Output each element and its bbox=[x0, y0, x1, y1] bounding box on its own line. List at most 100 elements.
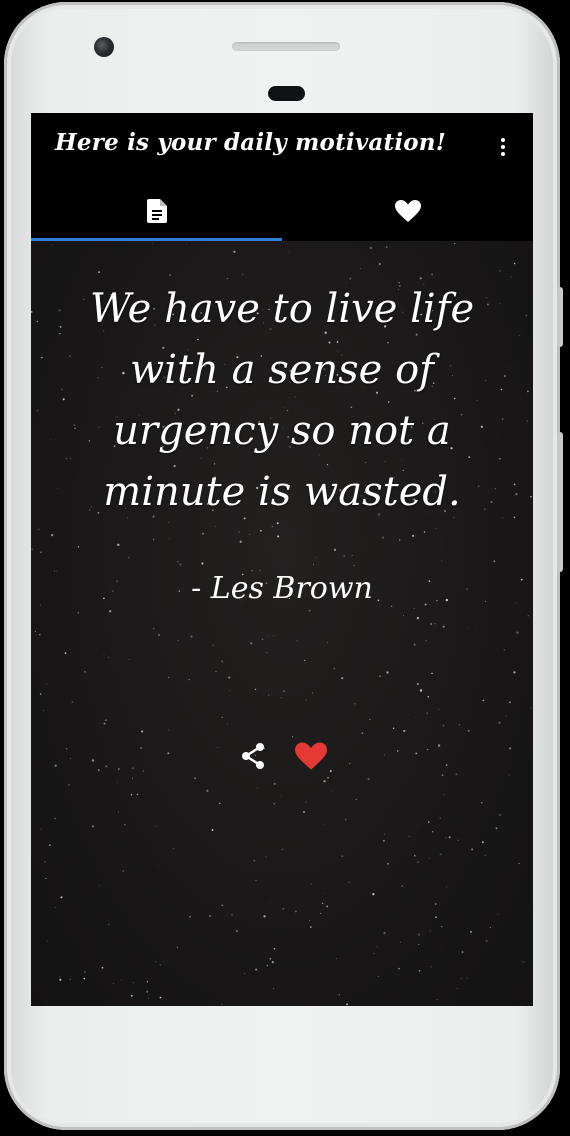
star bbox=[176, 946, 178, 948]
star bbox=[45, 877, 47, 879]
star bbox=[520, 578, 523, 581]
star bbox=[429, 929, 432, 932]
star bbox=[242, 273, 244, 276]
star bbox=[153, 539, 155, 541]
star bbox=[163, 960, 165, 962]
star bbox=[338, 994, 341, 996]
star bbox=[226, 723, 229, 725]
star bbox=[41, 356, 43, 359]
star bbox=[348, 881, 350, 883]
star bbox=[499, 270, 501, 272]
star bbox=[186, 244, 188, 245]
star bbox=[128, 659, 130, 661]
star bbox=[244, 972, 246, 974]
star bbox=[68, 783, 71, 786]
star bbox=[441, 560, 443, 562]
star bbox=[485, 939, 488, 943]
star bbox=[91, 825, 94, 828]
quote-text: We have to live life with a sense of urg… bbox=[89, 286, 475, 515]
star bbox=[194, 777, 196, 779]
star bbox=[77, 546, 80, 548]
star bbox=[91, 759, 95, 762]
share-button[interactable] bbox=[236, 739, 270, 773]
star bbox=[221, 1003, 223, 1005]
document-icon bbox=[146, 199, 167, 223]
star bbox=[60, 896, 63, 899]
star bbox=[249, 534, 250, 535]
star bbox=[481, 802, 483, 804]
star bbox=[131, 777, 134, 779]
star bbox=[384, 833, 386, 835]
star bbox=[233, 250, 236, 253]
star bbox=[231, 913, 233, 916]
speaker-grill bbox=[232, 42, 340, 51]
star bbox=[40, 604, 42, 606]
star bbox=[376, 946, 378, 948]
star bbox=[273, 987, 275, 989]
star bbox=[446, 886, 448, 888]
star bbox=[341, 676, 344, 680]
star bbox=[361, 732, 364, 734]
favorite-button[interactable] bbox=[294, 739, 328, 773]
star bbox=[515, 493, 518, 496]
star bbox=[113, 983, 114, 984]
star bbox=[439, 853, 442, 856]
star bbox=[417, 933, 421, 936]
star bbox=[418, 943, 420, 946]
star bbox=[158, 634, 160, 636]
star bbox=[315, 557, 317, 558]
star bbox=[510, 276, 512, 278]
star bbox=[343, 555, 345, 557]
heart-icon bbox=[295, 742, 327, 770]
star bbox=[177, 639, 179, 642]
star bbox=[281, 848, 284, 851]
star bbox=[434, 903, 437, 905]
star bbox=[355, 798, 357, 800]
star bbox=[239, 540, 242, 543]
star bbox=[403, 729, 406, 732]
star bbox=[267, 635, 269, 637]
star bbox=[525, 314, 528, 317]
star bbox=[221, 660, 224, 663]
star bbox=[373, 952, 375, 954]
star bbox=[69, 978, 72, 981]
star bbox=[131, 767, 134, 770]
star bbox=[304, 659, 306, 661]
star bbox=[434, 623, 436, 625]
star bbox=[309, 920, 311, 922]
star bbox=[84, 970, 87, 973]
star bbox=[211, 829, 214, 831]
star bbox=[283, 690, 285, 692]
star bbox=[105, 765, 108, 768]
star bbox=[392, 727, 395, 729]
star bbox=[336, 958, 338, 960]
star bbox=[269, 902, 271, 904]
star bbox=[419, 689, 423, 692]
star bbox=[530, 495, 532, 498]
star bbox=[327, 642, 329, 644]
star bbox=[36, 320, 39, 323]
star bbox=[416, 682, 419, 686]
star bbox=[441, 774, 444, 776]
star bbox=[513, 483, 516, 486]
star bbox=[141, 730, 144, 733]
star bbox=[155, 960, 157, 963]
star bbox=[273, 782, 276, 785]
star bbox=[527, 614, 530, 617]
star bbox=[273, 635, 275, 637]
star bbox=[188, 678, 190, 681]
tab-quotes[interactable] bbox=[31, 181, 282, 241]
star bbox=[497, 913, 499, 915]
tab-favorites[interactable] bbox=[282, 181, 533, 241]
star bbox=[333, 548, 337, 552]
star bbox=[263, 915, 266, 918]
star bbox=[169, 538, 171, 540]
star bbox=[481, 841, 484, 844]
star bbox=[427, 695, 430, 698]
star bbox=[308, 609, 311, 612]
star bbox=[312, 563, 314, 565]
more-vertical-icon[interactable] bbox=[491, 133, 515, 161]
star bbox=[448, 836, 451, 839]
star bbox=[296, 640, 298, 642]
share-icon bbox=[242, 743, 264, 769]
